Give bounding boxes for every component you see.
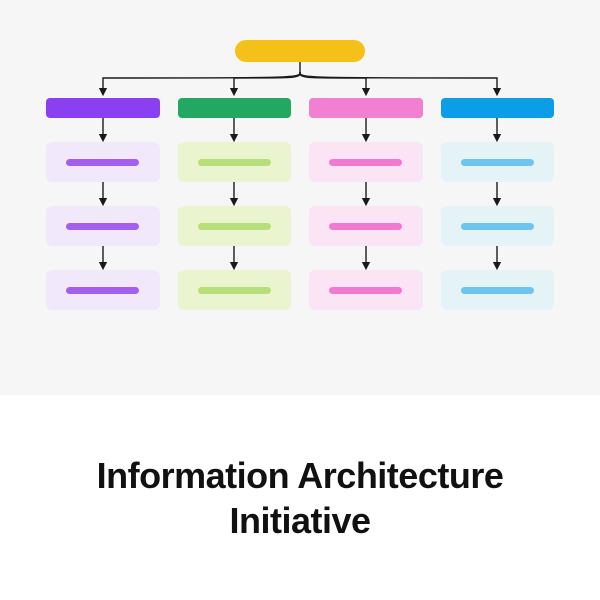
placeholder-bar	[329, 159, 402, 166]
sub-node	[441, 206, 555, 246]
sub-node	[441, 142, 555, 182]
sub-node	[46, 270, 160, 310]
placeholder-bar	[66, 223, 139, 230]
column-purple	[46, 98, 160, 310]
category-header	[309, 98, 423, 118]
category-header	[441, 98, 555, 118]
sitemap-diagram	[0, 0, 600, 395]
placeholder-bar	[66, 159, 139, 166]
placeholder-bar	[461, 287, 534, 294]
placeholder-bar	[461, 159, 534, 166]
sub-node	[178, 142, 292, 182]
title-area: Information Architecture Initiative	[0, 395, 600, 600]
category-header	[46, 98, 160, 118]
category-header	[178, 98, 292, 118]
sub-node	[441, 270, 555, 310]
sub-node	[178, 206, 292, 246]
column-blue	[441, 98, 555, 310]
placeholder-bar	[329, 287, 402, 294]
sub-node	[309, 206, 423, 246]
placeholder-bar	[198, 159, 271, 166]
placeholder-bar	[329, 223, 402, 230]
placeholder-bar	[66, 287, 139, 294]
sub-node	[309, 270, 423, 310]
card: Information Architecture Initiative	[0, 0, 600, 600]
columns-row	[46, 98, 554, 310]
sub-node	[178, 270, 292, 310]
column-green	[178, 98, 292, 310]
placeholder-bar	[198, 223, 271, 230]
sub-node	[46, 206, 160, 246]
card-title: Information Architecture Initiative	[30, 453, 570, 543]
sub-node	[309, 142, 423, 182]
column-pink	[309, 98, 423, 310]
placeholder-bar	[198, 287, 271, 294]
placeholder-bar	[461, 223, 534, 230]
root-node	[235, 40, 365, 62]
sub-node	[46, 142, 160, 182]
